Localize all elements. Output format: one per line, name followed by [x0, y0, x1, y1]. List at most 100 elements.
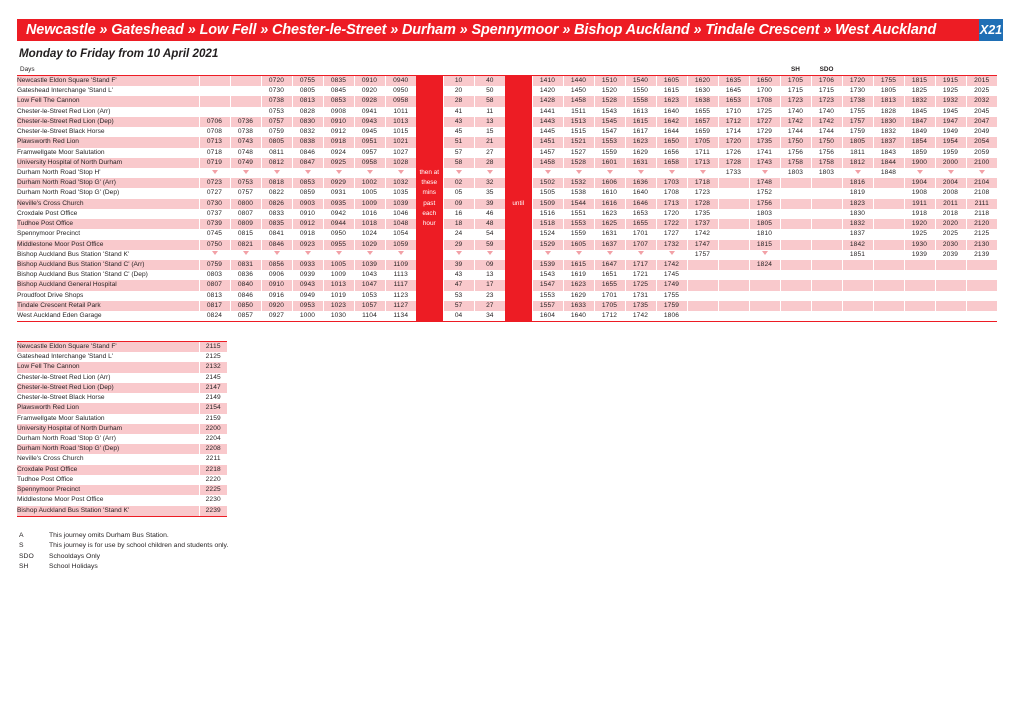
red-band-cell: [505, 147, 532, 158]
header-cell: [935, 64, 966, 76]
time-cell: 1117: [384, 280, 416, 291]
time-cell: 2200: [198, 423, 227, 434]
time-cell: 1623: [624, 137, 656, 148]
time-cell: 1629: [624, 147, 656, 158]
footnote-code: SDO: [19, 552, 34, 560]
time-cell-arrow: [260, 167, 292, 179]
time-cell-empty: [779, 239, 811, 250]
band-label-then-at-these-mins: past: [416, 198, 443, 209]
header-cell: [230, 64, 261, 76]
time-cell: 1715: [779, 86, 811, 97]
time-cell-arrow: [903, 167, 935, 179]
stop-name: Bishop Auckland Bus Station 'Stand K': [17, 249, 199, 260]
time-cell: 04: [442, 311, 474, 323]
stop-name: Tudhoe Post Office: [17, 219, 199, 230]
continues-down-arrow-icon: [211, 251, 218, 256]
timetable-subtitle: Monday to Friday from 10 April 2021: [19, 47, 219, 60]
time-cell: 2018: [934, 208, 966, 220]
time-cell: 1915: [934, 75, 966, 87]
red-band-cell: [416, 106, 443, 117]
time-cell: 1720: [655, 208, 687, 220]
time-cell-empty: [810, 259, 842, 271]
time-cell: 1708: [655, 188, 687, 199]
time-cell: 1707: [624, 239, 656, 250]
time-cell: 1744: [779, 127, 811, 138]
time-cell: 1803: [779, 167, 811, 179]
time-cell: 1700: [748, 86, 780, 97]
time-cell: 09: [473, 259, 505, 271]
time-cell: 53: [442, 290, 474, 301]
time-cell: 15: [473, 127, 505, 138]
time-cell: 1713: [655, 198, 687, 209]
time-cell-arrow: [934, 167, 966, 179]
table-row: Low Fell The Cannon 0738 0813 0853 0928 0958 2…: [17, 96, 997, 107]
red-band-cell: [505, 311, 532, 323]
time-cell: 2111: [965, 198, 997, 209]
time-cell: 1811: [841, 147, 873, 158]
time-cell: 39: [442, 259, 474, 271]
time-cell: 0830: [291, 116, 323, 128]
time-cell: 2020: [934, 219, 966, 230]
time-cell: 1029: [353, 239, 385, 250]
continues-down-arrow-icon: [637, 169, 644, 174]
service-number-badge: X21: [979, 19, 1003, 41]
time-cell: 1720: [717, 137, 749, 148]
time-cell: 1559: [593, 147, 625, 158]
time-cell: 1615: [562, 259, 594, 271]
time-cell: 1123: [384, 290, 416, 301]
time-cell-empty: [841, 300, 873, 312]
footnote-text: School Holidays: [49, 562, 98, 570]
time-cell: 1805: [748, 219, 780, 230]
time-cell: 1640: [624, 188, 656, 199]
continues-down-arrow-icon: [544, 251, 551, 256]
time-cell: 1823: [841, 198, 873, 209]
table-row: Plawsworth Red Lion 2154: [17, 403, 227, 414]
red-band-cell: [505, 229, 532, 240]
time-cell-empty: [810, 198, 842, 209]
time-cell: 1925: [934, 86, 966, 97]
time-cell: 1015: [384, 127, 416, 138]
time-cell-empty: [717, 270, 749, 281]
time-cell: 1741: [748, 147, 780, 158]
time-cell: 0944: [322, 219, 354, 230]
time-cell: 0805: [291, 86, 323, 97]
time-cell: 0941: [353, 106, 385, 117]
table-row: Tudhoe Post Office 2220: [17, 474, 227, 486]
time-cell: 1458: [562, 96, 594, 107]
time-cell: 1021: [384, 137, 416, 148]
time-cell: 1803: [748, 208, 780, 220]
time-cell: 1104: [353, 311, 385, 323]
time-cell: 1018: [353, 219, 385, 230]
time-cell: 57: [442, 147, 474, 158]
table-row: Durham North Road 'Stop G' (Arr) 0723 0753…: [17, 178, 997, 189]
time-cell: 0853: [291, 178, 323, 189]
header-cell: [687, 64, 718, 76]
stop-name: Chester-le-Street Red Lion (Dep): [17, 382, 199, 394]
time-cell: 10: [442, 75, 474, 87]
stop-name: Chester-le-Street Red Lion (Dep): [17, 116, 199, 128]
time-cell-empty: [198, 106, 230, 117]
time-cell: 1527: [562, 147, 594, 158]
time-cell: 0949: [291, 290, 323, 301]
time-cell-empty: [841, 311, 873, 323]
time-cell: 24: [442, 229, 474, 240]
time-cell: 0809: [229, 219, 261, 230]
time-cell: 1812: [841, 157, 873, 168]
time-cell: 0931: [322, 188, 354, 199]
time-cell: 1547: [593, 127, 625, 138]
time-cell: 2025: [965, 86, 997, 97]
time-cell: 0813: [198, 290, 230, 301]
time-cell: 29: [442, 239, 474, 250]
time-cell: 1722: [655, 219, 687, 230]
table-row: Tudhoe Post Office 0739 0809 0835 0912 0944 10…: [17, 219, 997, 230]
footnote-text: Schooldays Only: [49, 552, 101, 560]
time-cell: 0749: [229, 157, 261, 168]
time-cell: 1755: [655, 290, 687, 301]
time-cell-empty: [779, 219, 811, 230]
time-cell: 1949: [934, 127, 966, 138]
time-cell: 1451: [531, 137, 563, 148]
time-cell: 2004: [934, 178, 966, 189]
time-cell-arrow: [291, 249, 323, 260]
time-cell: 1513: [562, 116, 594, 128]
time-cell: 0942: [322, 208, 354, 220]
